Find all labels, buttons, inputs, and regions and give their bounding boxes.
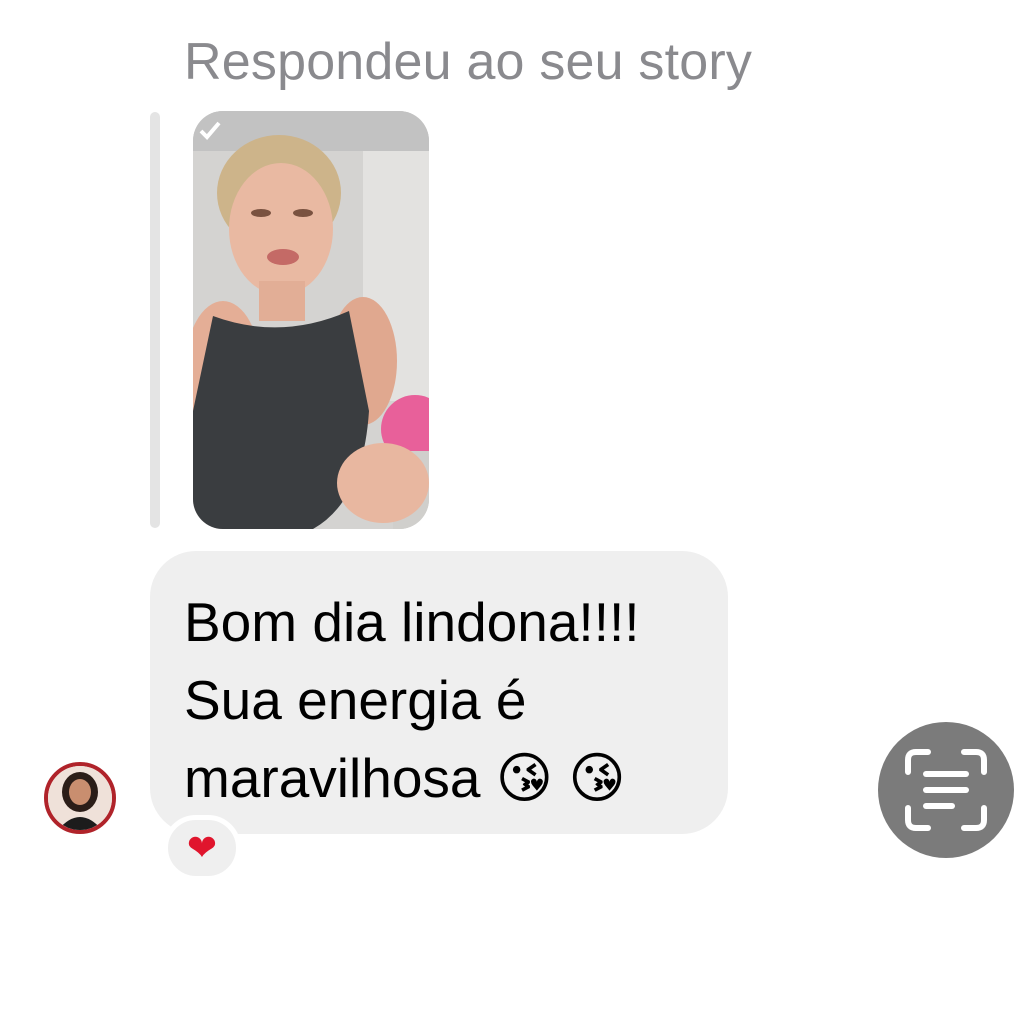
- reply-context-label: Respondeu ao seu story: [184, 33, 753, 91]
- live-text-scan-icon: [905, 749, 987, 831]
- user-avatar-icon: [48, 766, 112, 830]
- heart-icon: ❤: [186, 827, 218, 868]
- quote-bar: [150, 112, 160, 528]
- story-photo-icon: [193, 111, 429, 529]
- message-text: Bom dia lindona!!!! Sua energia é maravi…: [184, 591, 640, 809]
- heart-reaction[interactable]: ❤: [163, 815, 241, 881]
- message-bubble[interactable]: Bom dia lindona!!!! Sua energia é maravi…: [150, 551, 728, 834]
- story-thumbnail[interactable]: [193, 111, 429, 529]
- sender-avatar[interactable]: [44, 762, 116, 834]
- live-text-scan-button[interactable]: [878, 722, 1014, 858]
